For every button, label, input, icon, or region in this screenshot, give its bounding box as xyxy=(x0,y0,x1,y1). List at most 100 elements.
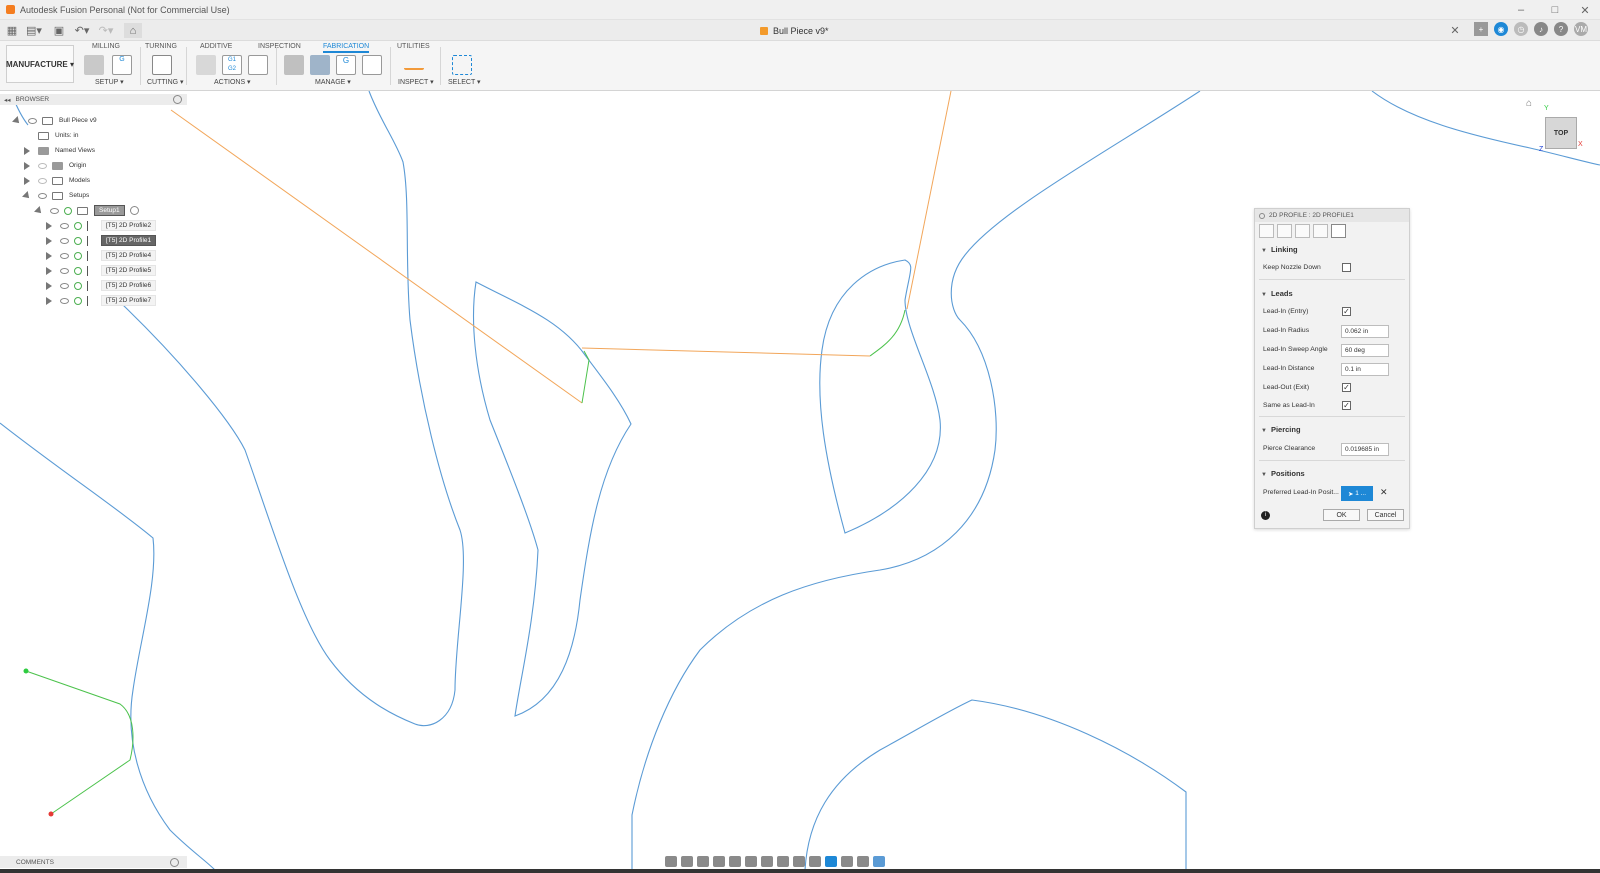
preferred-lead-in-selector[interactable]: ➤ 1 ... xyxy=(1341,486,1373,501)
home-view-icon[interactable]: ⌂ xyxy=(1526,98,1532,109)
save-icon[interactable]: ▣ xyxy=(52,23,66,38)
tab-inspection[interactable]: INSPECTION xyxy=(258,43,301,50)
tree-root[interactable]: Bull Piece v9 xyxy=(12,114,97,127)
expand-toggle-icon[interactable] xyxy=(46,266,52,275)
simulation-icon[interactable] xyxy=(873,855,885,867)
tab-utilities[interactable]: UTILITIES xyxy=(397,43,430,50)
tree-models[interactable]: Models xyxy=(24,174,90,187)
passes-tab-icon[interactable] xyxy=(1313,224,1328,238)
extensions-icon[interactable]: ◉ xyxy=(1494,22,1508,36)
expand-toggle-icon[interactable] xyxy=(12,115,22,126)
comments-pin-icon[interactable] xyxy=(170,857,179,867)
expand-toggle-icon[interactable] xyxy=(46,221,52,230)
expand-toggle-icon[interactable] xyxy=(24,161,30,170)
visibility-eye-icon[interactable] xyxy=(60,252,69,259)
tree-setups[interactable]: Setups xyxy=(22,189,89,202)
linking-tab-icon[interactable] xyxy=(1331,224,1346,238)
expand-toggle-icon[interactable] xyxy=(46,251,52,260)
lead-in-distance-field[interactable]: 0.1 in xyxy=(1341,363,1389,376)
pan-icon[interactable] xyxy=(697,855,709,867)
visibility-eye-icon[interactable] xyxy=(38,162,47,169)
expand-toggle-icon[interactable] xyxy=(46,281,52,290)
measure-icon[interactable] xyxy=(404,60,424,70)
post-process-icon[interactable] xyxy=(248,55,268,75)
geometry-tab-icon[interactable] xyxy=(1277,224,1292,238)
lead-in-sweep-angle-field[interactable]: 60 deg xyxy=(1341,344,1389,357)
viewports-icon[interactable] xyxy=(777,855,789,867)
look-at-icon[interactable] xyxy=(681,855,693,867)
lead-out-exit-checkbox[interactable]: ✓ xyxy=(1342,383,1351,392)
template-library-icon[interactable] xyxy=(362,55,382,75)
collapse-browser-icon[interactable]: ◂◂ xyxy=(4,96,11,104)
lead-in-entry-checkbox[interactable]: ✓ xyxy=(1342,307,1351,316)
active-setup-icon[interactable] xyxy=(129,206,139,215)
tab-additive[interactable]: ADDITIVE xyxy=(200,43,232,50)
browser-pin-icon[interactable] xyxy=(173,95,182,104)
tree-origin[interactable]: Origin xyxy=(24,159,86,172)
stock-display-icon[interactable] xyxy=(825,855,837,867)
group-cutting[interactable]: CUTTING ▾ xyxy=(147,78,184,86)
group-manage[interactable]: MANAGE ▾ xyxy=(315,78,351,86)
setup-sheet-icon[interactable]: G xyxy=(112,55,132,75)
tool-display-icon[interactable] xyxy=(857,855,869,867)
tree-operation[interactable]: [T5] 2D Profile2 xyxy=(46,219,157,232)
display-settings-icon[interactable] xyxy=(745,855,757,867)
minimize-button[interactable]: – xyxy=(1506,0,1536,20)
section-analysis-icon[interactable] xyxy=(793,855,805,867)
expand-toggle-icon[interactable] xyxy=(34,205,44,216)
visibility-eye-icon[interactable] xyxy=(60,237,69,244)
notifications-icon[interactable]: ♪ xyxy=(1534,22,1548,36)
user-avatar[interactable]: VM xyxy=(1574,22,1588,36)
maximize-button[interactable]: □ xyxy=(1540,0,1570,20)
dialog-pin-icon[interactable] xyxy=(1259,212,1265,219)
group-setup[interactable]: SETUP ▾ xyxy=(95,78,124,86)
visibility-eye-icon[interactable] xyxy=(60,267,69,274)
grid-settings-icon[interactable] xyxy=(761,855,773,867)
file-menu-button[interactable]: ▤▾ xyxy=(24,23,44,38)
zoom-icon[interactable] xyxy=(713,855,725,867)
generate-icon[interactable]: G1 G2 xyxy=(222,55,242,75)
group-select[interactable]: SELECT ▾ xyxy=(448,78,481,86)
close-window-button[interactable]: ✕ xyxy=(1570,0,1600,20)
workspace-switcher[interactable]: MANUFACTURE ▾ xyxy=(6,45,74,83)
tool-tab-icon[interactable] xyxy=(1259,224,1274,238)
visibility-eye-icon[interactable] xyxy=(60,222,69,229)
visibility-eye-icon[interactable] xyxy=(50,207,59,214)
machine-library-icon[interactable] xyxy=(310,55,330,75)
group-actions[interactable]: ACTIONS ▾ xyxy=(214,78,251,86)
pierce-clearance-field[interactable]: 0.019685 in xyxy=(1341,443,1389,456)
info-icon[interactable]: i xyxy=(1261,511,1270,520)
redo-button[interactable]: ↷▾ xyxy=(96,23,116,38)
section-piercing[interactable]: Piercing xyxy=(1261,425,1301,434)
expand-toggle-icon[interactable] xyxy=(24,146,30,155)
visibility-eye-icon[interactable] xyxy=(28,117,37,124)
simulate-icon[interactable] xyxy=(196,55,216,75)
tree-operation-selected[interactable]: [T5] 2D Profile1 xyxy=(46,234,157,247)
tree-named-views[interactable]: Named Views xyxy=(24,144,95,157)
orbit-icon[interactable] xyxy=(665,855,677,867)
comments-bar[interactable]: COMMENTS xyxy=(0,856,187,868)
new-tab-icon[interactable]: + xyxy=(1474,22,1488,36)
tree-operation[interactable]: [T5] 2D Profile7 xyxy=(46,294,157,307)
tool-library-icon[interactable] xyxy=(284,55,304,75)
tab-fabrication[interactable]: FABRICATION xyxy=(323,43,370,53)
new-folder-icon[interactable] xyxy=(84,55,104,75)
expand-toggle-icon[interactable] xyxy=(22,190,32,201)
job-status-icon[interactable]: ◷ xyxy=(1514,22,1528,36)
tree-operation[interactable]: [T5] 2D Profile6 xyxy=(46,279,157,292)
cancel-button[interactable]: Cancel xyxy=(1367,509,1404,521)
tab-milling[interactable]: MILLING xyxy=(92,43,120,50)
group-inspect[interactable]: INSPECT ▾ xyxy=(398,78,434,86)
document-tab[interactable]: Bull Piece v9* xyxy=(760,23,829,38)
ok-button[interactable]: OK xyxy=(1323,509,1360,521)
viewcube[interactable]: TOP xyxy=(1545,117,1577,149)
heights-tab-icon[interactable] xyxy=(1295,224,1310,238)
clear-selection-icon[interactable]: ✕ xyxy=(1380,487,1388,498)
visibility-eye-icon[interactable] xyxy=(38,192,47,199)
section-leads[interactable]: Leads xyxy=(1261,289,1293,298)
tree-operation[interactable]: [T5] 2D Profile4 xyxy=(46,249,157,262)
post-library-icon[interactable]: G xyxy=(336,55,356,75)
help-icon[interactable]: ? xyxy=(1554,22,1568,36)
lead-in-radius-field[interactable]: 0.062 in xyxy=(1341,325,1389,338)
fit-icon[interactable] xyxy=(729,855,741,867)
